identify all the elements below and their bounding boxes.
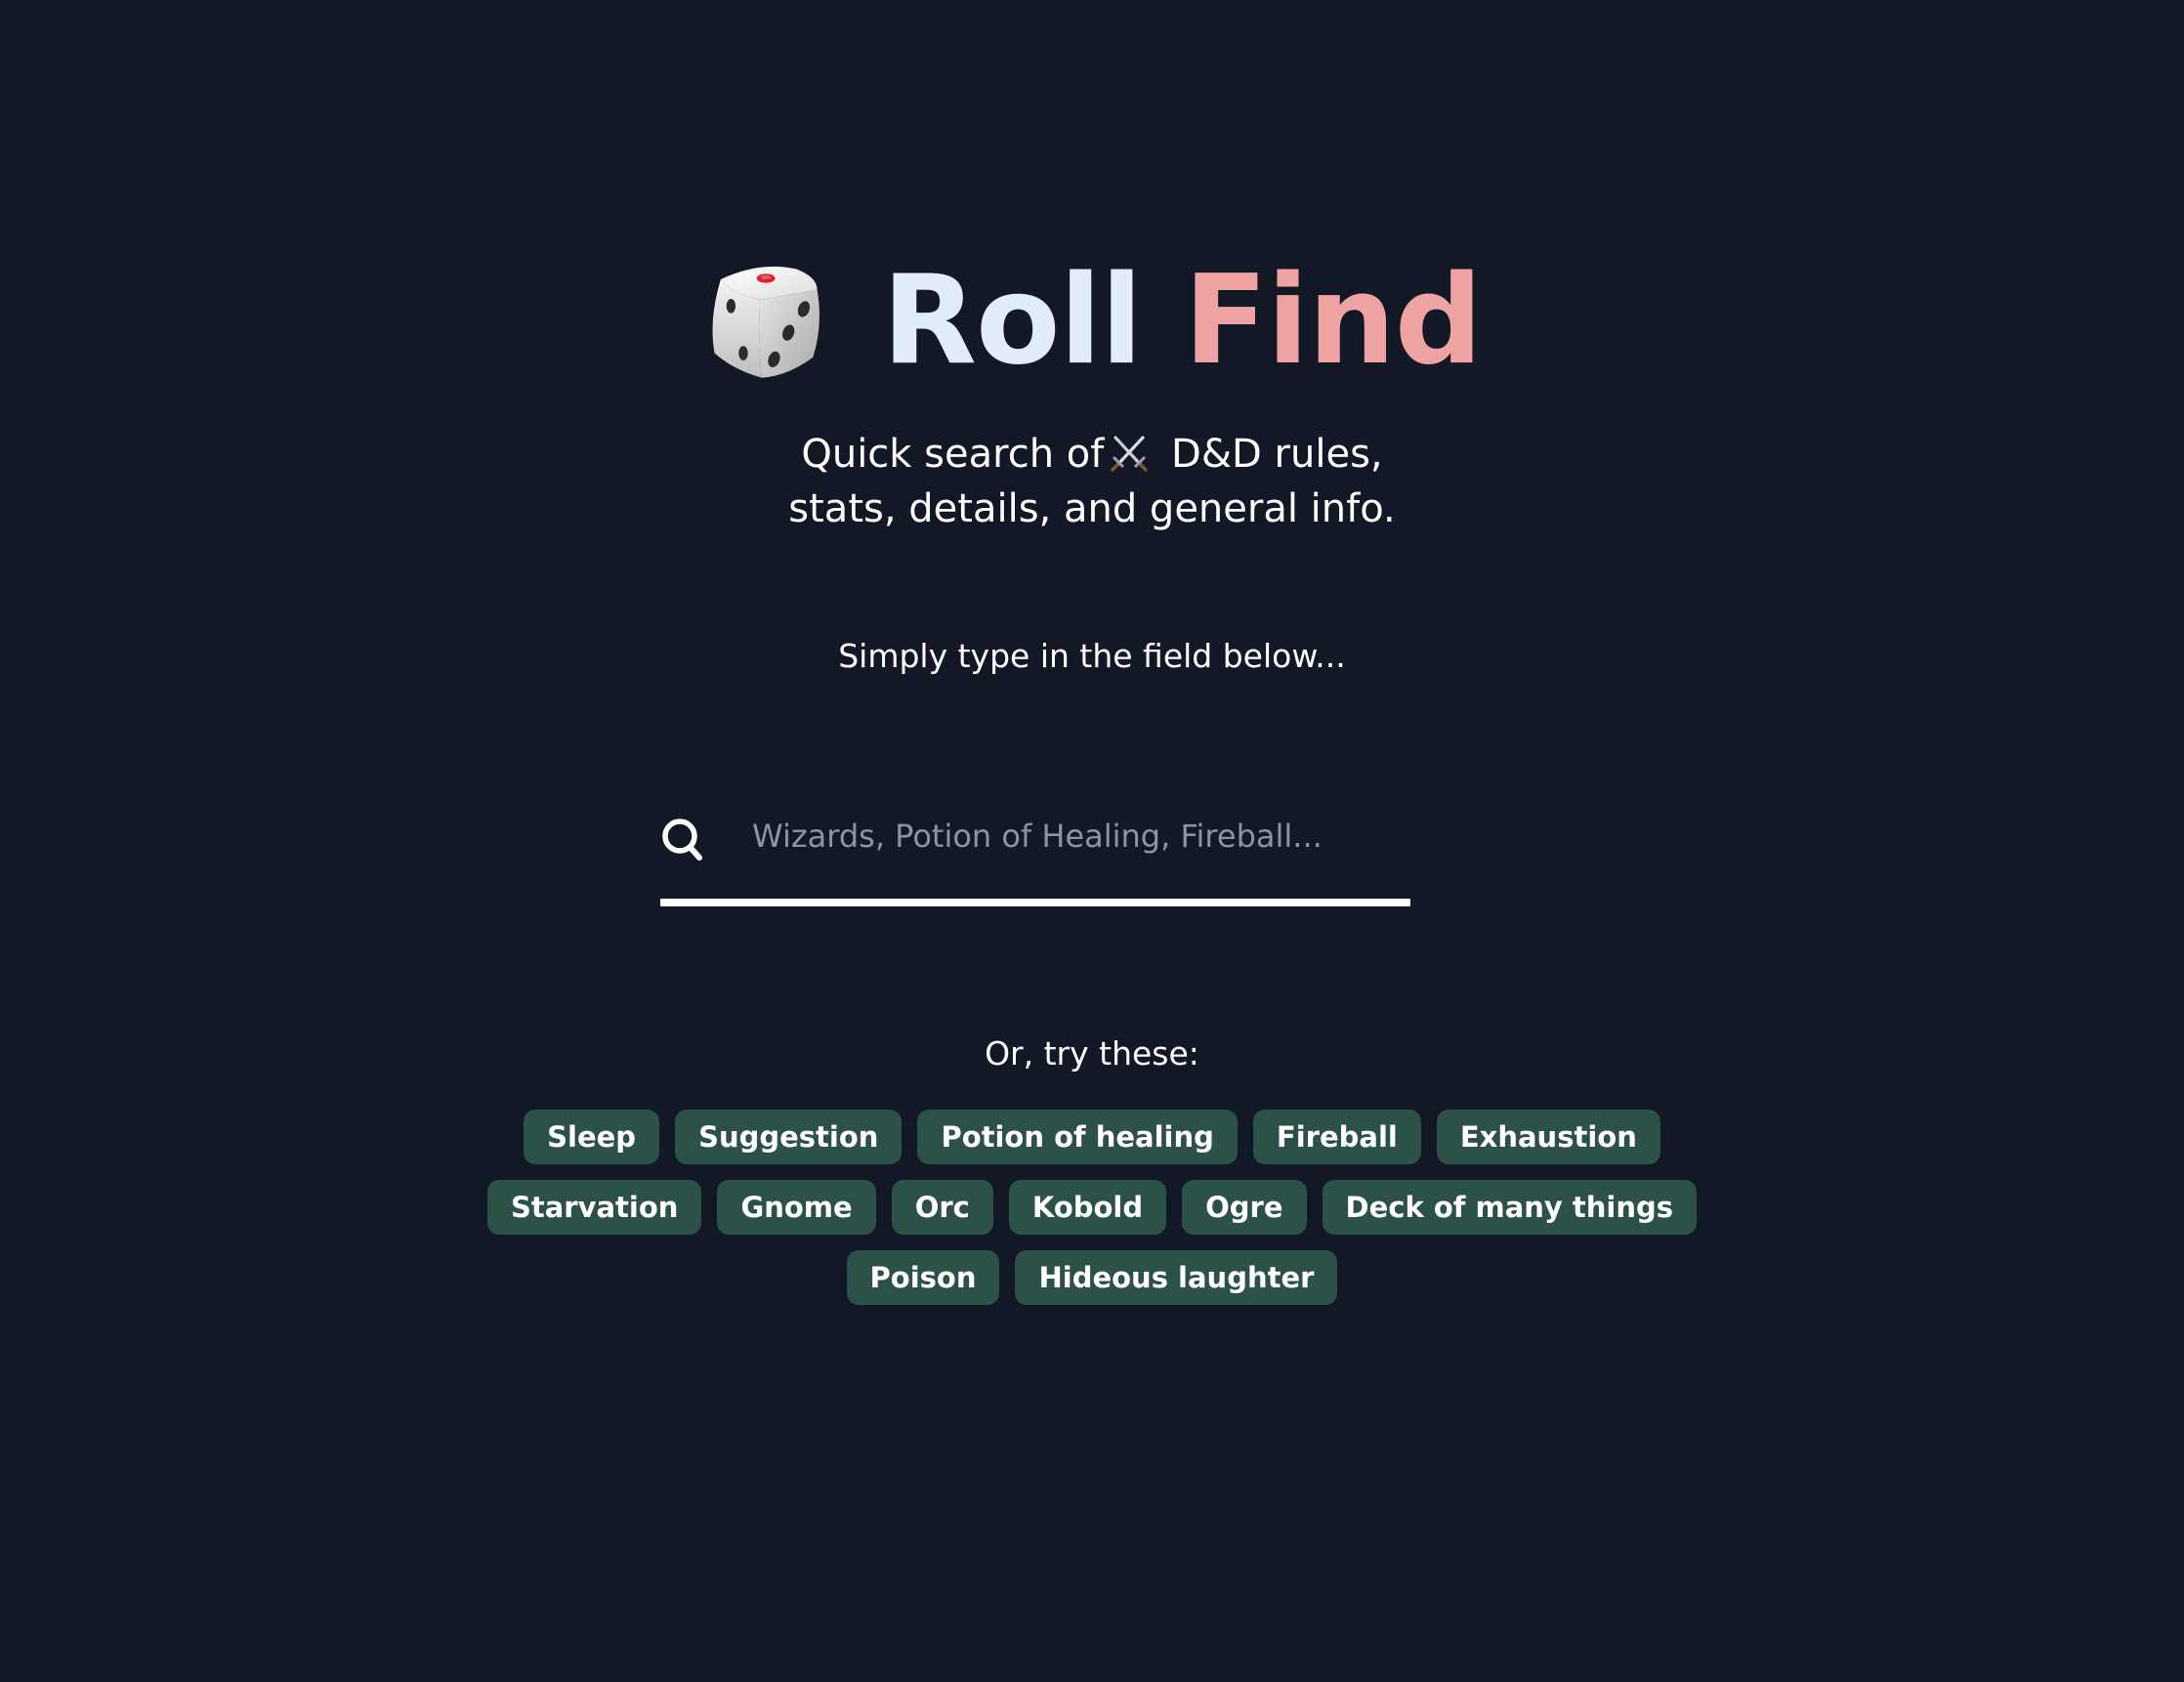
search-hint: Simply type in the field below...	[838, 637, 1346, 675]
search-icon	[662, 819, 702, 861]
suggestion-chip-potion-of-healing[interactable]: Potion of healing	[917, 1110, 1238, 1164]
suggestions-label: Or, try these:	[985, 1034, 1199, 1072]
tagline-text-end: D&D rules,	[1171, 432, 1383, 477]
suggestion-chip-ogre[interactable]: Ogre	[1182, 1180, 1307, 1235]
chip-row-3: Poison Hideous laughter	[846, 1250, 1338, 1305]
title-roll: Roll	[882, 248, 1143, 392]
suggestion-chip-deck-of-many-things[interactable]: Deck of many things	[1322, 1180, 1698, 1235]
app-title: Roll Find	[882, 259, 1483, 382]
chip-row-1: Sleep Suggestion Potion of healing Fireb…	[524, 1110, 1660, 1164]
suggestion-chip-orc[interactable]: Orc	[891, 1180, 993, 1235]
suggestion-chips: Sleep Suggestion Potion of healing Fireb…	[486, 1110, 1698, 1305]
page: Roll Find Quick search of D&D rules, sta…	[0, 0, 2184, 1682]
suggestion-chip-exhaustion[interactable]: Exhaustion	[1436, 1110, 1660, 1164]
search-input[interactable]	[752, 803, 1407, 869]
suggestion-chip-sleep[interactable]: Sleep	[524, 1110, 660, 1164]
tagline-line-2: stats, details, and general info.	[788, 486, 1396, 531]
suggestion-chip-hideous-laughter[interactable]: Hideous laughter	[1015, 1250, 1338, 1305]
search-underline	[660, 899, 1410, 906]
crossed-swords-icon	[1111, 436, 1149, 472]
tagline-text-start: Quick search of	[801, 432, 1105, 477]
suggestion-chip-starvation[interactable]: Starvation	[486, 1180, 702, 1235]
suggestion-chip-kobold[interactable]: Kobold	[1008, 1180, 1167, 1235]
suggestion-chip-fireball[interactable]: Fireball	[1252, 1110, 1421, 1164]
tagline-line-1: Quick search of D&D rules,	[0, 427, 2184, 482]
suggestion-chip-poison[interactable]: Poison	[846, 1250, 1000, 1305]
tagline: Quick search of D&D rules, stats, detail…	[0, 427, 2184, 536]
title-find: Find	[1183, 248, 1483, 392]
app-header: Roll Find	[0, 259, 2184, 382]
search-bar	[660, 781, 1410, 906]
chip-row-2: Starvation Gnome Orc Kobold Ogre Deck of…	[486, 1180, 1698, 1235]
game-die-icon	[712, 266, 819, 378]
suggestion-chip-suggestion[interactable]: Suggestion	[675, 1110, 903, 1164]
suggestion-chip-gnome[interactable]: Gnome	[717, 1180, 876, 1235]
